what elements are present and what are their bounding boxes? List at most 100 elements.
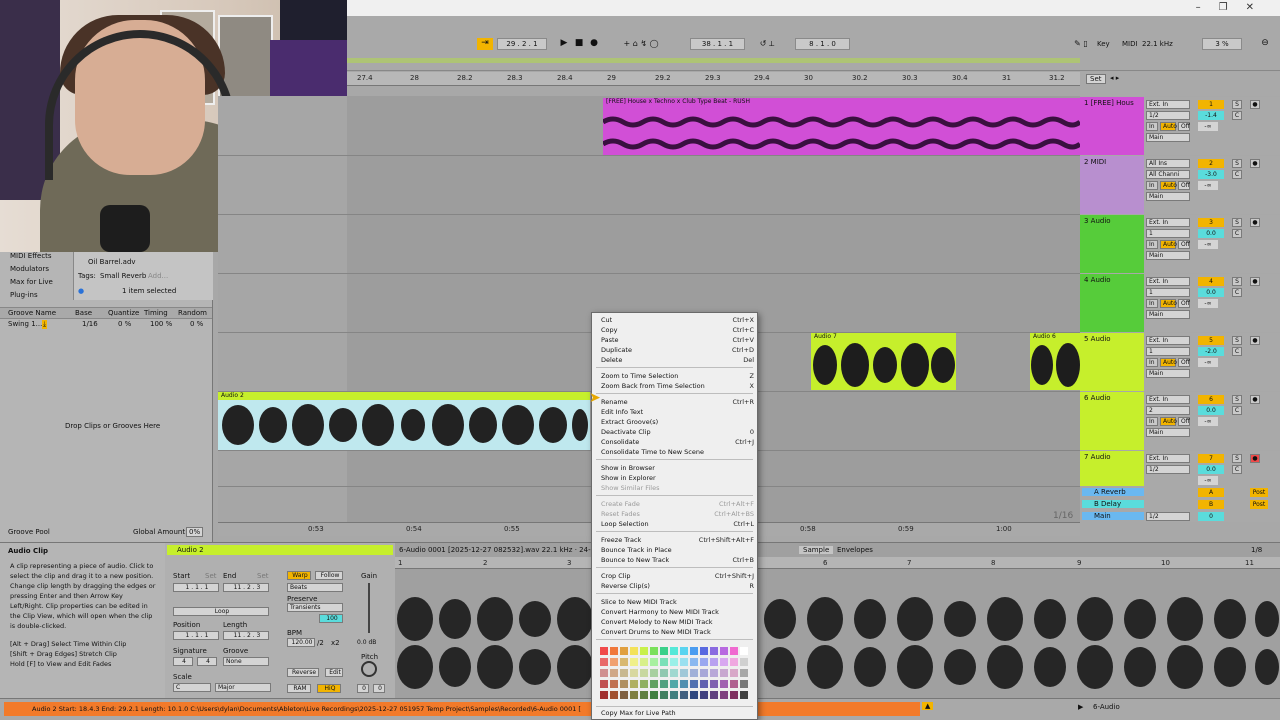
warp-button[interactable]: Warp xyxy=(287,571,311,580)
menu-item[interactable]: Extract Groove(s) xyxy=(592,417,757,427)
track-header[interactable]: 5 Audio xyxy=(1080,333,1144,391)
color-swatch[interactable] xyxy=(640,669,648,677)
warning-icon[interactable]: ▲ xyxy=(922,702,934,710)
menu-item[interactable]: Deactivate Clip 0 xyxy=(592,427,757,437)
color-swatch[interactable] xyxy=(640,647,648,655)
color-swatch[interactable] xyxy=(600,691,608,699)
pitch-coarse[interactable]: 0 xyxy=(357,684,369,693)
monitor-in[interactable]: In xyxy=(1146,122,1158,131)
send-a-value[interactable]: -∞ xyxy=(1198,240,1218,249)
monitor-auto[interactable]: Auto xyxy=(1160,417,1177,426)
tag-add[interactable]: Add... xyxy=(148,272,168,280)
color-swatch[interactable] xyxy=(650,669,658,677)
input-type[interactable]: Ext. In xyxy=(1146,100,1190,109)
monitor-in[interactable]: In xyxy=(1146,181,1158,190)
monitor-off[interactable]: Off xyxy=(1178,417,1190,426)
send-a-value[interactable]: -∞ xyxy=(1198,476,1218,485)
volume-value[interactable]: 0.0 xyxy=(1198,288,1224,297)
menu-item[interactable]: Edit Info Text xyxy=(592,407,757,417)
set-locator-button[interactable]: Set xyxy=(1086,74,1106,84)
main-name[interactable]: Main xyxy=(1082,512,1144,520)
browser-category-plugins[interactable]: Plug-ins xyxy=(10,291,38,299)
track-header[interactable]: 6 Audio xyxy=(1080,392,1144,450)
menu-item[interactable]: Show in Explorer xyxy=(592,473,757,483)
menu-item[interactable]: Show in Browser xyxy=(592,463,757,473)
key-map-button[interactable]: Key xyxy=(1097,40,1110,48)
color-swatch[interactable] xyxy=(670,658,678,666)
volume-value[interactable]: -3.0 xyxy=(1198,170,1224,179)
color-swatch[interactable] xyxy=(700,669,708,677)
color-swatch[interactable] xyxy=(670,669,678,677)
color-swatch[interactable] xyxy=(630,669,638,677)
menu-item[interactable]: Bounce to New Track Ctrl+B xyxy=(592,555,757,565)
output-routing[interactable]: Main xyxy=(1146,251,1190,260)
color-swatch[interactable] xyxy=(700,680,708,688)
color-swatch[interactable] xyxy=(620,680,628,688)
global-amount-value[interactable]: 0% xyxy=(186,527,204,537)
arm-record-icon[interactable]: ● xyxy=(1250,395,1260,404)
color-swatch[interactable] xyxy=(660,658,668,666)
drop-zone-text[interactable]: Drop Clips or Grooves Here xyxy=(65,422,160,430)
color-swatch[interactable] xyxy=(660,680,668,688)
color-swatch[interactable] xyxy=(620,647,628,655)
color-swatch[interactable] xyxy=(720,658,728,666)
input-type[interactable]: Ext. In xyxy=(1146,277,1190,286)
color-swatch[interactable] xyxy=(680,658,688,666)
send-a-value[interactable]: -∞ xyxy=(1198,358,1218,367)
send-a-value[interactable]: -∞ xyxy=(1198,417,1218,426)
color-swatch[interactable] xyxy=(730,691,738,699)
input-type[interactable]: Ext. In xyxy=(1146,336,1190,345)
input-type[interactable]: Ext. In xyxy=(1146,218,1190,227)
color-swatch[interactable] xyxy=(660,647,668,655)
menu-item[interactable]: Zoom Back from Time Selection X xyxy=(592,381,757,391)
color-swatch[interactable] xyxy=(640,658,648,666)
menu-item[interactable]: Freeze Track Ctrl+Shift+Alt+F xyxy=(592,535,757,545)
menu-item[interactable]: Consolidate Time to New Scene xyxy=(592,447,757,457)
output-routing[interactable]: Main xyxy=(1146,192,1190,201)
color-swatch[interactable] xyxy=(710,669,718,677)
end-field[interactable]: 11 . 2 . 3 xyxy=(223,583,269,592)
menu-item[interactable]: Rename Ctrl+R xyxy=(592,397,757,407)
color-swatch[interactable] xyxy=(670,680,678,688)
solo-button[interactable]: S xyxy=(1232,159,1242,168)
color-swatch[interactable] xyxy=(720,680,728,688)
pan-value[interactable]: C xyxy=(1232,288,1242,297)
menu-item[interactable]: Bounce Track in Place xyxy=(592,545,757,555)
menu-item[interactable]: Crop Clip Ctrl+Shift+J xyxy=(592,571,757,581)
play-icon[interactable]: ▶ xyxy=(559,38,569,50)
output-routing[interactable]: Main xyxy=(1146,310,1190,319)
window-controls[interactable]: –❐✕ xyxy=(1196,2,1272,13)
volume-value[interactable]: 0.0 xyxy=(1198,406,1224,415)
return-b-name[interactable]: B Delay xyxy=(1082,500,1144,508)
arm-record-icon[interactable]: ● xyxy=(1250,336,1260,345)
follow-icon[interactable]: ⇥ xyxy=(477,38,493,50)
color-swatch[interactable] xyxy=(690,669,698,677)
arm-record-icon[interactable]: ● xyxy=(1250,100,1260,109)
send-a-value[interactable]: -∞ xyxy=(1198,299,1218,308)
menu-item[interactable]: Consolidate Ctrl+J xyxy=(592,437,757,447)
groove-base[interactable]: 1/16 xyxy=(82,320,98,328)
preserve-select[interactable]: Transients xyxy=(287,603,343,612)
pan-value[interactable]: C xyxy=(1232,406,1242,415)
monitor-off[interactable]: Off xyxy=(1178,181,1190,190)
color-swatch[interactable] xyxy=(660,669,668,677)
color-swatch[interactable] xyxy=(650,647,658,655)
end-set-button[interactable]: Set xyxy=(257,572,269,580)
output-routing[interactable]: Main xyxy=(1146,428,1190,437)
follow-button[interactable]: Follow xyxy=(315,571,343,580)
track-number[interactable]: 7 xyxy=(1198,454,1224,463)
input-channel[interactable]: 2 xyxy=(1146,406,1190,415)
menu-item[interactable]: Convert Melody to New MIDI Track xyxy=(592,617,757,627)
monitor-auto[interactable]: Auto xyxy=(1160,181,1177,190)
menu-item[interactable]: Delete Del xyxy=(592,355,757,365)
main-channel[interactable]: 1/2 xyxy=(1146,512,1190,521)
color-swatch[interactable] xyxy=(610,680,618,688)
play-arrow-icon[interactable]: ▶ xyxy=(1078,703,1083,711)
monitor-off[interactable]: Off xyxy=(1178,240,1190,249)
groove-quantize[interactable]: 0 % xyxy=(118,320,131,328)
sig-numerator[interactable]: 4 xyxy=(173,657,193,666)
menu-item[interactable]: Cut Ctrl+X xyxy=(592,315,757,325)
input-channel[interactable]: All Channi xyxy=(1146,170,1190,179)
tag-chip[interactable]: Small Reverb xyxy=(100,272,146,280)
color-swatch[interactable] xyxy=(730,669,738,677)
